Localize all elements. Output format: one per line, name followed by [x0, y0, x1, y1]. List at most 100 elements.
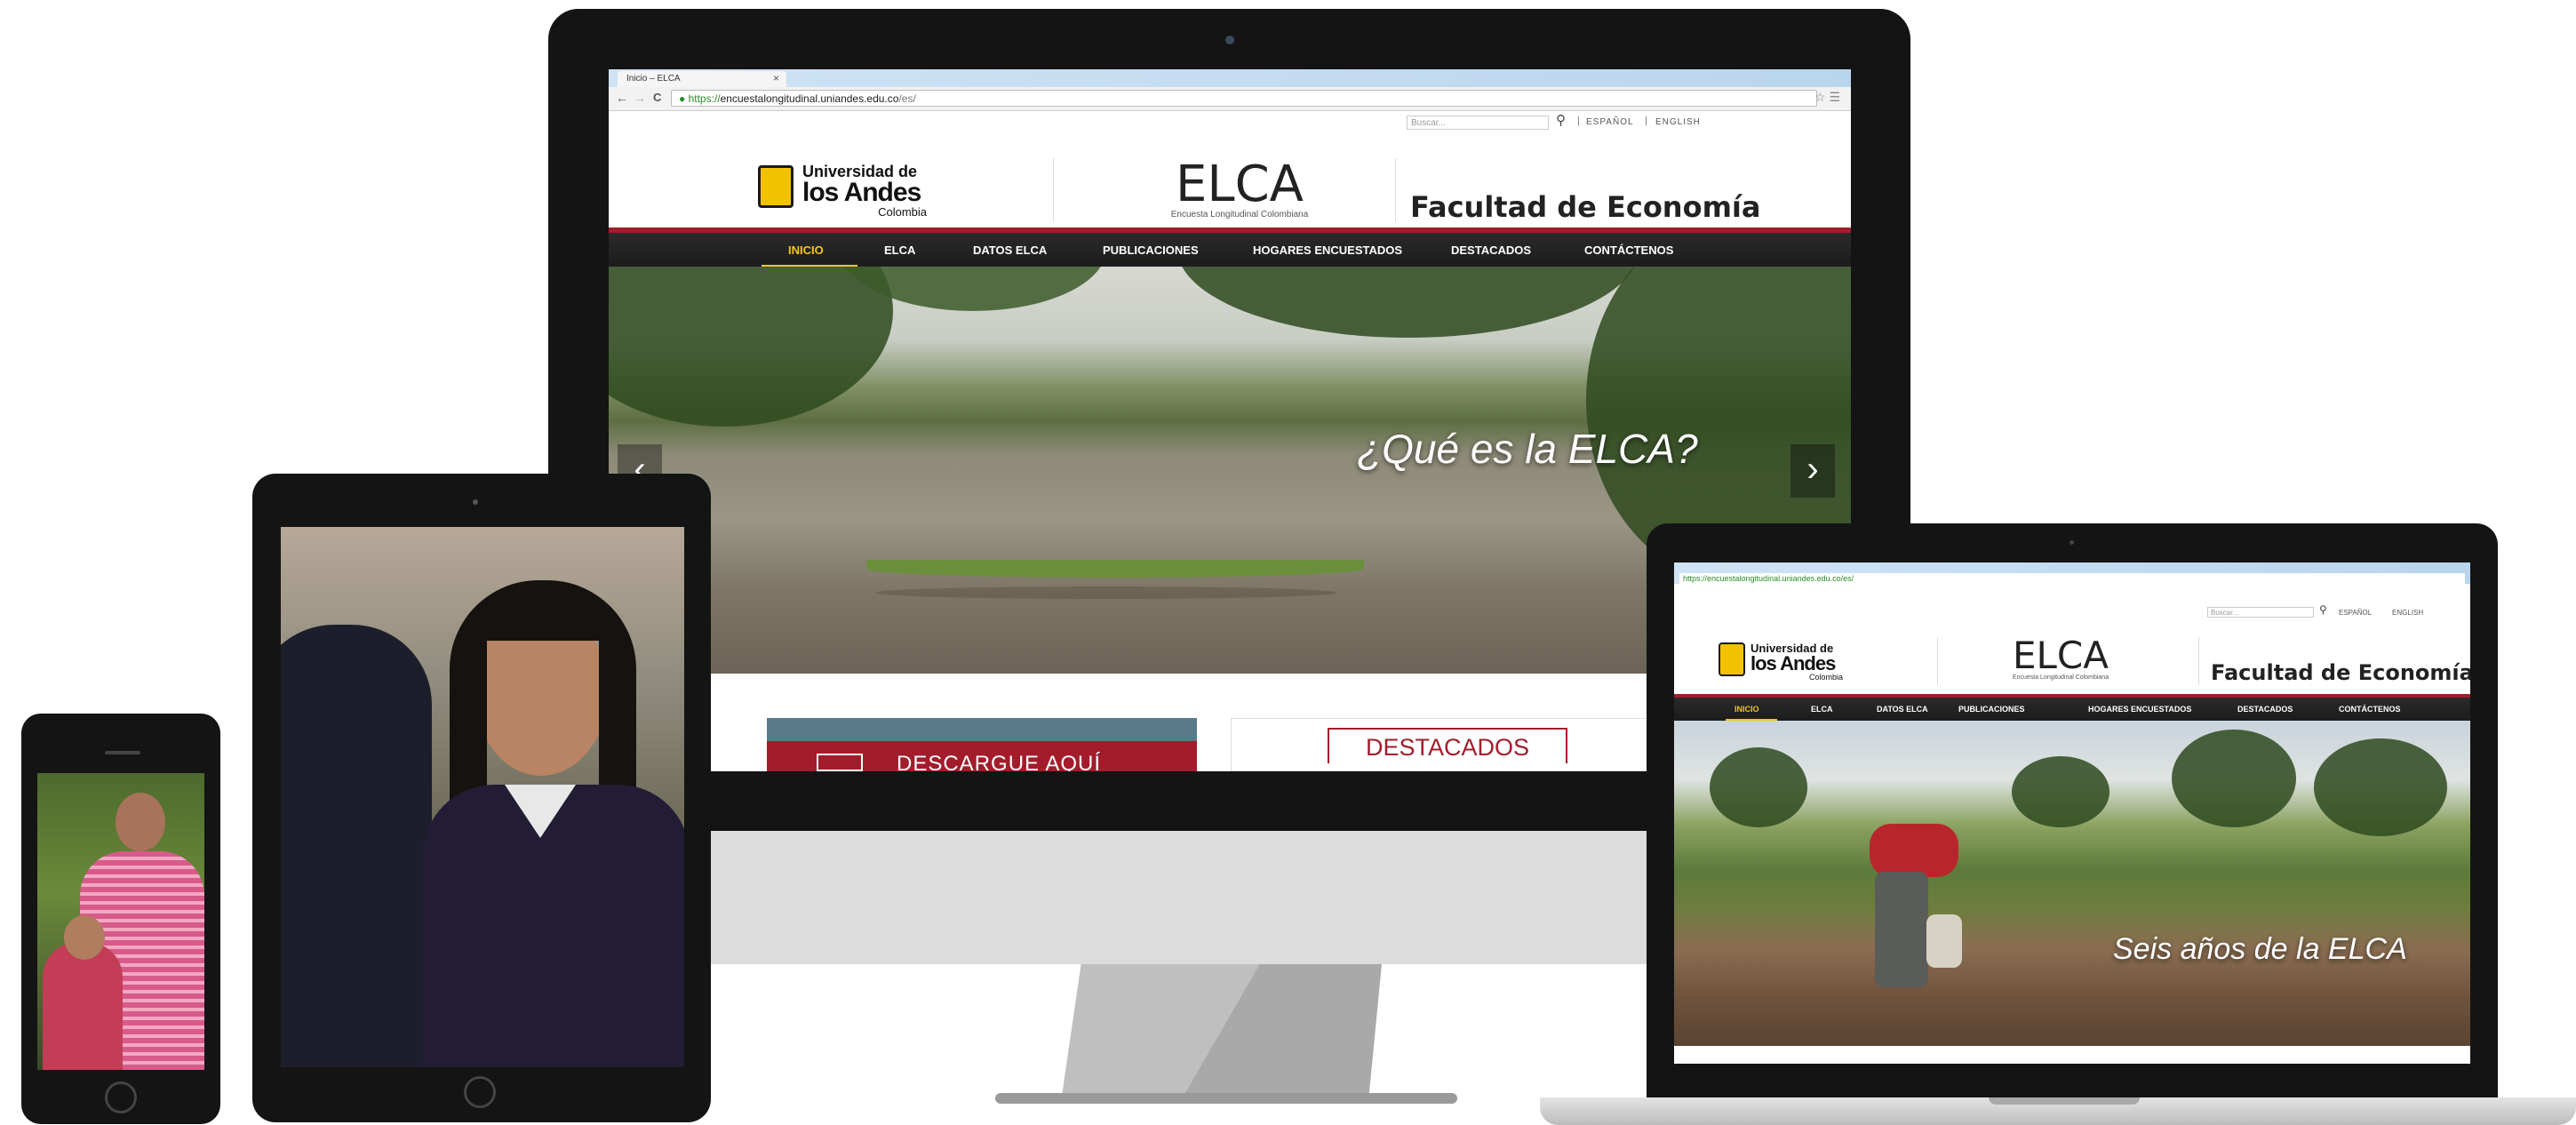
slider-next-button[interactable]: › — [1790, 444, 1835, 498]
reload-icon[interactable]: C — [653, 91, 661, 104]
browser-tabstrip: Inicio – ELCA × — [609, 69, 1851, 87]
farmer-sack-shape — [1926, 914, 1962, 968]
uniandes-logo-icon[interactable] — [758, 165, 794, 208]
url-host: encuestalongitudinal.uniandes.edu.co — [720, 92, 899, 105]
lang-en-link[interactable]: ENGLISH — [1655, 117, 1701, 127]
url-path: /es/ — [898, 92, 916, 105]
laptop-nav-item-elca[interactable]: ELCA — [1811, 705, 1833, 714]
laptop-header-divider — [1937, 637, 1938, 685]
highlights-heading[interactable]: DESTACADOS — [1328, 728, 1567, 763]
main-nav: INICIO ELCA DATOS ELCA PUBLICACIONES HOG… — [609, 227, 1851, 267]
back-icon[interactable]: ← — [616, 91, 628, 105]
search-input[interactable]: Buscar... — [1407, 116, 1549, 130]
laptop-search-input[interactable]: Buscar... — [2207, 607, 2314, 618]
monitor-stand — [1062, 964, 1382, 1096]
lang-es-link[interactable]: ESPAÑOL — [1586, 117, 1634, 127]
laptop-uniandes-name[interactable]: Universidad de los Andes Colombia — [1751, 642, 1848, 682]
laptop-hero-slide-image: Seis años de la ELCA — [1674, 721, 2470, 1046]
forward-icon[interactable]: → — [634, 91, 646, 105]
lang-separator: | — [1577, 116, 1580, 126]
student-body-shape — [423, 785, 684, 1067]
highlights-box: DESTACADOS — [1231, 718, 1693, 771]
foliage-shape — [1177, 267, 1639, 338]
elca-subtitle: Encuesta Longitudinal Colombiana — [1170, 210, 1309, 219]
laptop-nav-item-contactenos[interactable]: CONTÁCTENOS — [2339, 705, 2401, 714]
laptop-elca-title: ELCA — [2013, 634, 2109, 677]
download-label: DESCARGUE AQUÍ — [897, 752, 1102, 771]
palm-tree-shape — [1710, 747, 1807, 827]
palm-tree-shape — [2314, 738, 2447, 836]
boat-reflection — [875, 586, 1337, 599]
tab-close-icon[interactable]: × — [773, 72, 779, 84]
faculty-title[interactable]: Facultad de Economía — [1410, 190, 1760, 224]
tab-title: Inicio – ELCA — [626, 74, 681, 84]
farmer-shirt-shape — [1870, 824, 1958, 877]
phone-home-button[interactable] — [105, 1081, 137, 1113]
laptop-browser-bar: https://encuestalongitudinal.uniandes.ed… — [1674, 562, 2470, 584]
student-left-shape — [281, 625, 432, 1067]
browser-toolbar: ← → C ● https://encuestalongitudinal.uni… — [609, 87, 1851, 111]
mother-face-shape — [116, 793, 165, 851]
laptop-nav-item-datos-elca[interactable]: DATOS ELCA — [1877, 705, 1928, 714]
nav-item-publicaciones[interactable]: PUBLICACIONES — [1103, 243, 1199, 257]
palm-tree-shape — [2012, 756, 2109, 827]
browser-tab[interactable]: Inicio – ELCA × — [618, 71, 786, 87]
laptop-nav-item-hogares[interactable]: HOGARES ENCUESTADOS — [2088, 705, 2191, 714]
laptop-header-divider — [2198, 637, 2199, 685]
download-banner[interactable]: DESCARGUE AQUÍ — [767, 718, 1197, 771]
phone-speaker — [105, 751, 140, 754]
search-icon[interactable]: ⚲ — [1556, 112, 1566, 128]
laptop-lang-es[interactable]: ESPAÑOL — [2339, 609, 2372, 617]
phone-screen — [37, 773, 204, 1070]
laptop-elca-logo[interactable]: ELCA Encuesta Longitudinal Colombiana — [1985, 634, 2136, 682]
laptop-main-nav: INICIO ELCA DATOS ELCA PUBLICACIONES HOG… — [1674, 694, 2470, 721]
child-face-shape — [64, 915, 105, 960]
palm-tree-shape — [2172, 730, 2296, 827]
laptop-uni-line2: los Andes — [1751, 652, 1836, 674]
laptop-search-icon[interactable]: ⚲ — [2319, 603, 2327, 616]
laptop-nav-item-destacados[interactable]: DESTACADOS — [2237, 705, 2293, 714]
nav-item-inicio[interactable]: INICIO — [788, 243, 824, 257]
uniandes-name[interactable]: Universidad de los Andes Colombia — [802, 164, 936, 218]
slide-caption: ¿Qué es la ELCA? — [1357, 426, 1698, 472]
elca-title: ELCA — [1176, 156, 1304, 213]
chevron-right-icon: › — [1806, 450, 1819, 489]
elca-logo[interactable]: ELCA Encuesta Longitudinal Colombiana — [1142, 156, 1337, 220]
header-divider — [1395, 158, 1396, 222]
bookmark-star-icon[interactable]: ☆ ☰ — [1814, 90, 1840, 105]
address-bar[interactable]: ● https://encuestalongitudinal.uniandes.… — [671, 90, 1817, 107]
laptop-elca-subtitle: Encuesta Longitudinal Colombiana — [2012, 674, 2109, 681]
boat-shape — [866, 560, 1364, 578]
laptop-slide-caption: Seis años de la ELCA — [2113, 932, 2407, 966]
laptop-url: https://encuestalongitudinal.uniandes.ed… — [1683, 574, 1854, 583]
site-header: Universidad de los Andes Colombia ELCA E… — [609, 132, 1851, 227]
laptop-faculty-title[interactable]: Facultad de Economía — [2211, 660, 2470, 685]
laptop-uniandes-logo-icon[interactable] — [1719, 642, 1745, 676]
nav-item-elca[interactable]: ELCA — [884, 243, 915, 257]
laptop-trackpad-notch — [1989, 1097, 2140, 1105]
download-icon — [817, 754, 863, 771]
tablet-home-button[interactable] — [464, 1076, 496, 1108]
laptop-address-bar[interactable]: https://encuestalongitudinal.uniandes.ed… — [1679, 573, 2465, 584]
nav-item-hogares[interactable]: HOGARES ENCUESTADOS — [1253, 243, 1402, 257]
site-topbar: Buscar... ⚲ | ESPAÑOL | ENGLISH — [609, 110, 1851, 132]
foliage-shape — [609, 267, 893, 427]
lang-separator: | — [1645, 116, 1647, 126]
nav-item-contactenos[interactable]: CONTÁCTENOS — [1584, 243, 1673, 257]
url-scheme: https:// — [688, 92, 721, 105]
laptop-nav-item-inicio[interactable]: INICIO — [1735, 705, 1759, 714]
laptop-camera — [2070, 540, 2074, 545]
tablet-camera — [473, 499, 478, 505]
monitor-base — [995, 1093, 1457, 1104]
uni-line3: Colombia — [878, 205, 927, 219]
monitor-camera — [1225, 36, 1234, 44]
header-divider — [1053, 158, 1054, 222]
lock-icon: ● — [679, 92, 686, 105]
nav-item-datos-elca[interactable]: DATOS ELCA — [973, 243, 1047, 257]
laptop-uni-line3: Colombia — [1808, 673, 1843, 682]
laptop-screen: https://encuestalongitudinal.uniandes.ed… — [1674, 562, 2470, 1064]
nav-item-destacados[interactable]: DESTACADOS — [1451, 243, 1531, 257]
laptop-nav-item-publicaciones[interactable]: PUBLICACIONES — [1958, 705, 2025, 714]
farmer-legs-shape — [1875, 872, 1928, 987]
laptop-lang-en[interactable]: ENGLISH — [2392, 609, 2423, 617]
